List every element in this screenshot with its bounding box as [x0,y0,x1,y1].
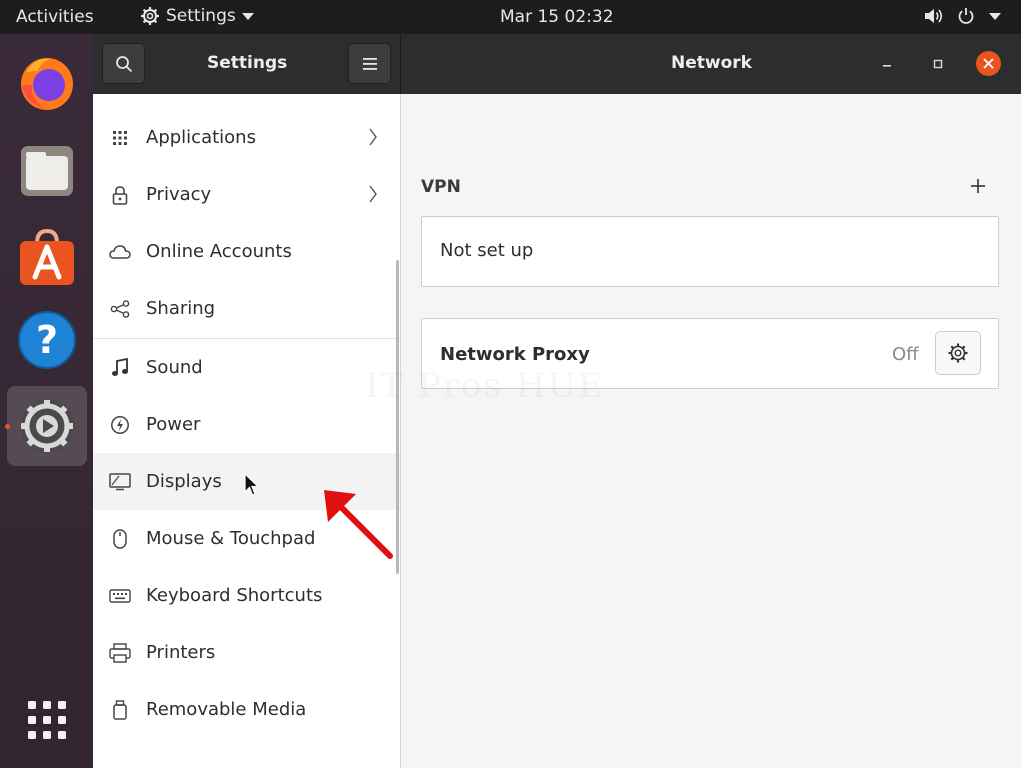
minimize-button[interactable] [875,52,899,76]
mouse-pointer-icon [244,473,260,496]
sidebar-item-label: Power [146,414,201,435]
sidebar-item-power[interactable]: Power [93,396,400,453]
chevron-right-icon [369,128,377,146]
hamburger-icon [362,57,377,70]
vpn-section-title: VPN [421,177,461,197]
dock-settings[interactable] [7,386,87,466]
sidebar-item-label: Privacy [146,184,212,205]
app-grid-icon [28,701,66,739]
removable-media-icon [109,699,131,721]
page-title: Network [671,53,752,73]
sidebar-item-label: Sharing [146,298,216,319]
sidebar-item-sharing[interactable]: Sharing [93,280,400,337]
music-note-icon [109,357,131,379]
network-proxy-state: Off [892,344,919,365]
sidebar-header: Settings [93,34,401,94]
sidebar-item-applications[interactable]: Applications [93,109,400,166]
sidebar-item-label: Applications [146,127,256,148]
vpn-status: Not set up [440,240,534,261]
keyboard-icon [109,585,131,607]
running-indicator [5,424,10,429]
search-button[interactable] [102,43,145,84]
maximize-icon [933,59,943,69]
dock-software[interactable] [7,218,87,298]
chevron-down-icon [989,12,1001,20]
sidebar-item-label: Keyboard Shortcuts [146,585,323,606]
close-icon [983,58,994,69]
app-menu-label: Settings [166,6,236,26]
show-apps-button[interactable] [7,680,87,760]
close-button[interactable] [976,51,1001,76]
sidebar-item-label: Displays [146,471,222,492]
help-icon: ? [18,311,76,369]
gear-icon [948,343,968,363]
dock-firefox[interactable] [7,42,87,122]
maximize-button[interactable] [926,52,950,76]
dock-files[interactable] [7,130,87,210]
cloud-icon [109,241,131,263]
sidebar-title: Settings [207,53,288,73]
sidebar-item-label: Printers [146,642,216,663]
firefox-icon [21,58,73,110]
system-tray[interactable] [923,7,1001,25]
top-bar: Activities Settings Mar 15 02:32 [0,0,1021,34]
display-icon [109,471,131,493]
power-icon [109,414,131,436]
sidebar-item-removable-media[interactable]: Removable Media [93,681,400,738]
power-icon [958,8,974,24]
dock-help[interactable]: ? [7,300,87,380]
sidebar-item-sound[interactable]: Sound [93,339,400,396]
share-icon [109,298,131,320]
settings-sidebar: Applications Privacy Online Accounts Sha… [93,94,401,768]
printer-icon [109,642,131,664]
gear-icon [141,7,159,25]
sidebar-item-keyboard-shortcuts[interactable]: Keyboard Shortcuts [93,567,400,624]
grid-icon [109,127,131,149]
search-icon [115,55,132,72]
vpn-list: Not set up [421,216,999,287]
settings-icon [20,399,74,453]
sidebar-item-label: Sound [146,357,203,378]
menu-button[interactable] [348,43,391,84]
dock: ? [0,34,93,768]
network-proxy-settings-button[interactable] [935,331,981,375]
sidebar-item-label: Removable Media [146,699,307,720]
volume-icon [925,9,943,23]
svg-text:?: ? [36,318,58,362]
clock[interactable]: Mar 15 02:32 [500,7,614,27]
sidebar-item-printers[interactable]: Printers [93,624,400,681]
chevron-down-icon [241,12,254,20]
sidebar-item-privacy[interactable]: Privacy [93,166,400,223]
files-icon [21,146,73,196]
add-vpn-button[interactable] [966,174,990,198]
network-proxy-label: Network Proxy [440,344,590,365]
annotation-arrow [324,490,393,559]
sidebar-item-label: Online Accounts [146,241,292,262]
sidebar-scrollbar[interactable] [396,260,399,574]
lock-icon [109,184,131,206]
plus-icon [971,179,985,193]
header-bar: Settings Network [93,34,1021,94]
app-menu[interactable]: Settings [140,6,254,26]
mouse-icon [109,528,131,550]
sidebar-item-label: Mouse & Touchpad [146,528,316,549]
watermark: IT Pros HUE [365,366,605,406]
minimize-icon [883,65,891,67]
software-icon [20,228,74,285]
sidebar-item-online-accounts[interactable]: Online Accounts [93,223,400,280]
activities-button[interactable]: Activities [16,7,94,27]
network-panel: VPN Not set up Network Proxy Off [402,94,1021,768]
chevron-right-icon [369,185,377,203]
